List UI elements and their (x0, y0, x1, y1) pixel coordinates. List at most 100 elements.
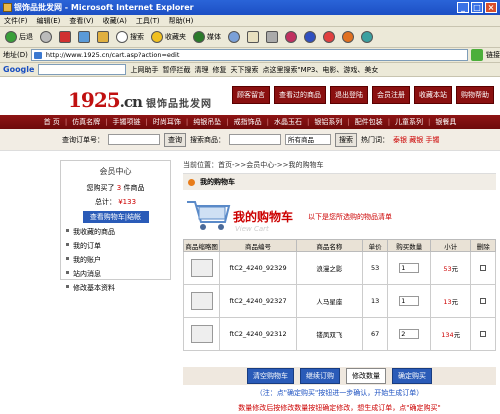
googlebar-item[interactable]: 上网助手 (130, 65, 158, 75)
product-name[interactable]: 镂凤双飞 (295, 317, 363, 351)
top-button-viewed[interactable]: 查看过的商品 (274, 86, 326, 104)
top-button-register[interactable]: 会员注册 (372, 86, 410, 104)
ext-button-5[interactable] (359, 29, 375, 46)
minimize-button[interactable]: _ (457, 2, 469, 13)
column-header: 商品编号 (219, 239, 297, 252)
google-logo: Google (3, 65, 35, 74)
stop-button[interactable] (57, 29, 73, 46)
quantity-input[interactable]: 2 (399, 329, 420, 339)
stop-icon (59, 31, 71, 43)
nav-item[interactable]: 戒指饰品 (234, 117, 262, 127)
view-cart-button[interactable]: 查看购物车|结帐 (82, 211, 149, 223)
googlebar-item[interactable]: 暂停拦截 (162, 65, 190, 75)
nav-item[interactable]: 纯银吊坠 (193, 117, 221, 127)
sidebar-title: 会员中心 (99, 167, 132, 176)
category-select[interactable]: 所有商品 (285, 134, 331, 145)
ext-button-3[interactable] (321, 29, 337, 46)
order-search-button[interactable]: 查询 (164, 132, 186, 147)
continue-shopping-button[interactable]: 继续订购 (300, 368, 340, 384)
nav-item[interactable]: 仿真名牌 (72, 117, 100, 127)
print-icon (266, 31, 278, 43)
confirm-purchase-button[interactable]: 确定购买 (392, 368, 432, 384)
star-icon (151, 31, 163, 43)
member-center-sidebar: 会员中心 您购买了 3 件商品 总计： ¥133 查看购物车|结帐 我收藏的商品… (60, 160, 171, 292)
mail-button[interactable] (245, 29, 261, 46)
menu-help[interactable]: 帮助(H) (169, 16, 194, 26)
hot-words[interactable]: 泰银 藏银 手镯 (393, 135, 439, 145)
sidebar-link-orders[interactable]: 我的订单 (61, 241, 170, 251)
section-title: 我的购物车 (183, 173, 496, 190)
top-button-logout[interactable]: 退出登陆 (330, 86, 368, 104)
refresh-button[interactable] (76, 29, 92, 46)
quantity-input[interactable]: 1 (399, 263, 420, 273)
ext-button-4[interactable] (340, 29, 356, 46)
sidebar-link-messages[interactable]: 站内消息 (61, 269, 170, 279)
go-button[interactable] (471, 49, 483, 61)
delete-checkbox[interactable] (480, 331, 487, 337)
sidebar-link-profile[interactable]: 修改基本资料 (61, 283, 170, 293)
unit-price: 67 (361, 317, 389, 351)
nav-item[interactable]: 配件包装 (355, 117, 383, 127)
product-thumbnail[interactable] (190, 292, 213, 310)
cart-watermark: View Cart (235, 225, 269, 233)
back-button[interactable]: 后退 (3, 29, 35, 46)
forward-button[interactable] (38, 29, 54, 46)
nav-item[interactable]: 手镯项链 (113, 117, 141, 127)
sidebar-link-account[interactable]: 我的账户 (61, 255, 170, 265)
sidebar-link-favorites[interactable]: 我收藏的商品 (61, 227, 170, 237)
googlebar-item[interactable]: 清理 (194, 65, 208, 75)
nav-item[interactable]: 银餐具 (435, 117, 456, 127)
googlebar-item[interactable]: 天下搜索 (230, 65, 258, 75)
nav-item[interactable]: 水晶玉石 (274, 117, 302, 127)
modify-quantity-button[interactable]: 修改数量 (346, 368, 386, 384)
googlebar-item[interactable]: 点这里搜索"MP3、电影、游戏、美女 (262, 65, 378, 75)
window-title: 银饰品批发网 - Microsoft Internet Explorer (14, 3, 194, 12)
product-search-input[interactable] (229, 134, 281, 145)
product-search-button[interactable]: 搜索 (335, 132, 357, 147)
address-input[interactable]: http://www.1925.cn/cart.asp?action=edit (30, 49, 468, 61)
subtotal: 134 (441, 331, 454, 339)
nav-item[interactable]: 银铝系列 (314, 117, 342, 127)
maximize-button[interactable]: □ (471, 2, 483, 13)
addon-icon (342, 31, 354, 43)
links-label[interactable]: 链接 (486, 50, 500, 60)
history-button[interactable] (226, 29, 242, 46)
media-button[interactable]: 媒体 (191, 29, 223, 46)
site-tagline: 银饰品批发网 (146, 99, 212, 110)
top-button-guestbook[interactable]: 顾客留言 (232, 86, 270, 104)
menu-file[interactable]: 文件(F) (4, 16, 28, 26)
column-header: 购买数量 (387, 239, 432, 252)
nav-item[interactable]: 时尚耳饰 (153, 117, 181, 127)
clear-cart-button[interactable]: 清空购物车 (247, 368, 294, 384)
googlebar-item[interactable]: 修复 (212, 65, 226, 75)
cart-note: 以下是您所选购的物品清单 (308, 213, 392, 221)
order-number-input[interactable] (108, 134, 160, 145)
menu-tools[interactable]: 工具(T) (136, 16, 160, 26)
search-button[interactable]: 搜索 (114, 29, 146, 46)
top-button-help[interactable]: 购物帮助 (456, 86, 494, 104)
site-logo[interactable]: 1925.cn (68, 88, 143, 112)
nav-item[interactable]: 儿童系列 (395, 117, 423, 127)
nav-item[interactable]: 首 页 (44, 117, 60, 127)
close-button[interactable]: × (485, 2, 497, 13)
product-thumbnail[interactable] (190, 325, 213, 343)
menu-view[interactable]: 查看(V) (69, 16, 93, 26)
google-toolbar: Google 上网助手 暂停拦截 清理 修复 天下搜索 点这里搜索"MP3、电影… (0, 63, 500, 77)
home-button[interactable] (95, 29, 111, 46)
favorites-button[interactable]: 收藏夹 (149, 29, 188, 46)
print-button[interactable] (264, 29, 280, 46)
ext-button-1[interactable] (283, 29, 299, 46)
delete-checkbox[interactable] (480, 298, 487, 304)
google-search-input[interactable] (38, 64, 127, 75)
menu-favorites[interactable]: 收藏(A) (103, 16, 127, 26)
delete-checkbox[interactable] (480, 265, 487, 271)
ext-button-2[interactable] (302, 29, 318, 46)
product-name[interactable]: 人马星座 (295, 284, 363, 318)
product-name[interactable]: 浪漫之影 (295, 251, 363, 285)
quantity-input[interactable]: 1 (399, 296, 420, 306)
top-button-bookmark[interactable]: 收藏本站 (414, 86, 452, 104)
menu-edit[interactable]: 编辑(E) (37, 16, 61, 26)
product-thumbnail[interactable] (190, 259, 213, 277)
column-header: 商品缩略图 (182, 239, 221, 252)
cart-actions: 清空购物车 继续订购 修改数量 确定购买 (183, 367, 496, 385)
